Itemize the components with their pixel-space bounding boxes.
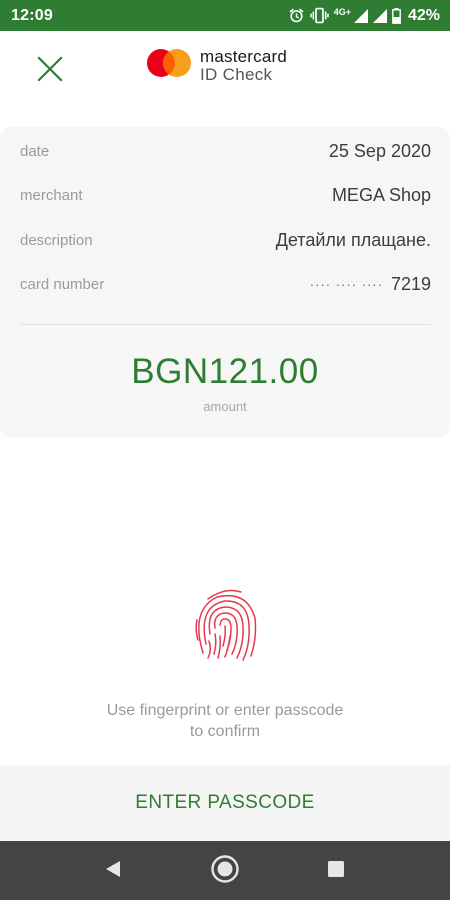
network-type: 4G+: [333, 7, 351, 17]
divider: [20, 324, 431, 325]
detail-row-date: date 25 Sep 2020: [20, 139, 431, 163]
signal-icon: [372, 8, 387, 23]
status-icons: 4G+ 42%: [288, 7, 440, 25]
detail-label: merchant: [20, 186, 83, 204]
detail-row-merchant: merchant MEGA Shop: [20, 183, 431, 207]
detail-row-card-number: card number ···· ···· ···· 7219: [20, 272, 431, 296]
recents-icon[interactable]: [326, 859, 346, 884]
vibrate-icon: [309, 7, 329, 24]
recents-button[interactable]: [320, 855, 352, 887]
detail-label: description: [20, 231, 93, 249]
detail-value: 25 Sep 2020: [328, 140, 431, 161]
mastercard-logo-icon: [146, 48, 192, 83]
amount-label: amount: [203, 399, 247, 414]
brand: mastercard ID Check: [146, 48, 287, 83]
enter-passcode-button[interactable]: ENTER PASSCODE: [0, 765, 450, 841]
home-button[interactable]: [209, 854, 241, 889]
detail-label: date: [20, 142, 50, 160]
detail-value: Детайли плащане.: [275, 229, 431, 250]
brand-subtitle: ID Check: [200, 65, 273, 84]
back-icon[interactable]: [103, 859, 123, 884]
detail-row-description: description Детайли плащане.: [20, 228, 431, 252]
status-bar: 12:09 4G+ 42%: [0, 0, 450, 31]
back-button[interactable]: [97, 855, 129, 887]
hint-line: to confirm: [189, 723, 261, 740]
brand-text: mastercard ID Check: [200, 48, 287, 83]
navigation-bar: [0, 841, 450, 900]
detail-value: MEGA Shop: [331, 184, 431, 205]
fingerprint-hint: Use fingerprint or enter passcode to con…: [0, 700, 450, 742]
card-number-value: ···· ···· ···· 7219: [310, 274, 431, 295]
transaction-details-card: date 25 Sep 2020 merchant MEGA Shop desc…: [0, 127, 450, 438]
brand-name: mastercard: [200, 47, 288, 66]
card-number-last4: 7219: [390, 273, 431, 294]
hint-line: Use fingerprint or enter passcode: [106, 702, 344, 719]
home-icon[interactable]: [210, 854, 240, 889]
close-icon[interactable]: [37, 55, 63, 87]
card-number-mask: ···· ···· ····: [309, 276, 383, 292]
header: mastercard ID Check: [0, 31, 450, 113]
fingerprint-icon[interactable]: [185, 586, 265, 666]
status-time: 12:09: [11, 6, 53, 24]
alarm-icon: [288, 7, 305, 24]
battery-icon: [392, 7, 401, 24]
close-button[interactable]: [30, 51, 70, 91]
detail-label: card number: [20, 275, 105, 293]
amount-value: BGN121.00: [131, 352, 319, 391]
battery-percent: 42%: [407, 6, 440, 24]
signal-icon: [353, 8, 368, 23]
